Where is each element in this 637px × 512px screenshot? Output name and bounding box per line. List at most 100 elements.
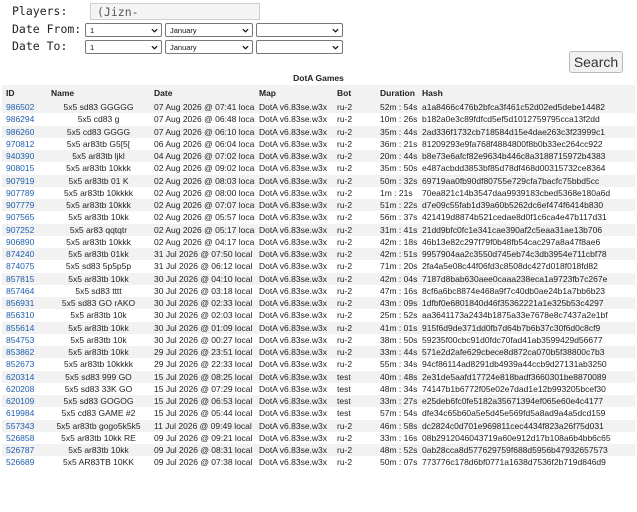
game-id-link[interactable]: 907919 (6, 176, 34, 186)
game-map: DotA v6.83se.w3x (255, 370, 333, 383)
game-id-link[interactable]: 619984 (6, 408, 34, 418)
game-map: DotA v6.83se.w3x (259, 285, 328, 296)
game-date: 07 Aug 2026 @ 07:41 local (150, 101, 255, 114)
game-id-cell: 857815 (2, 272, 47, 285)
game-id-link[interactable]: 620109 (6, 396, 34, 406)
game-date: 29 Jul 2026 @ 23:51 local (150, 346, 255, 359)
game-id-link[interactable]: 986260 (6, 127, 34, 137)
game-id-link[interactable]: 907565 (6, 212, 34, 222)
game-hash: b182a0e3c89fdfcd5ef5d1012759795cca13f2dd (422, 114, 600, 125)
game-bot: ru-2 (333, 419, 376, 432)
game-id-link[interactable]: 986294 (6, 114, 34, 124)
game-duration: 35m : 44s (376, 125, 418, 138)
to-day-select[interactable]: 1 (85, 40, 162, 54)
game-bot: ru-2 (337, 334, 353, 345)
game-id-link[interactable]: 940390 (6, 151, 34, 161)
game-id-link[interactable]: 857464 (6, 286, 34, 296)
game-map: DotA v6.83se.w3x (255, 150, 333, 163)
game-duration: 33m : 16s (380, 432, 418, 443)
game-id-link[interactable]: 907789 (6, 188, 34, 198)
game-id-link[interactable]: 874075 (6, 261, 34, 271)
from-day-select[interactable]: 1 (85, 23, 162, 37)
game-bot: ru-2 (337, 285, 353, 296)
game-date: 09 Jul 2026 @ 08:31 local (150, 444, 255, 457)
game-id-link[interactable]: 526689 (6, 457, 34, 467)
from-year-select[interactable] (256, 23, 343, 37)
game-id-link[interactable]: 557343 (6, 421, 34, 431)
game-id-link[interactable]: 907252 (6, 225, 34, 235)
game-hash: 21dd9bfc0fc1e341cae390af2c5eaa31ae13b706 (418, 223, 635, 236)
game-hash: 9957904aa2c3550d745eb74c3db3954e711cbf78 (418, 248, 635, 261)
game-id-link[interactable]: 852673 (6, 359, 34, 369)
game-name: 5x5 ar83tb 10kk (47, 321, 150, 334)
game-hash: 59235f00cbc91d0fdc70fad41ab3599429d56677 (422, 334, 603, 345)
game-name: 5x5 cd83 g (77, 114, 120, 125)
game-id-cell: 970812 (2, 138, 47, 150)
game-id-link[interactable]: 853862 (6, 347, 34, 357)
column-header-duration: Duration (376, 85, 418, 101)
game-id-link[interactable]: 856931 (6, 298, 34, 308)
game-date: 15 Jul 2026 @ 06:53 local (150, 395, 255, 408)
table-row: 907779 5x5 ar83tb 10kkk 02 Aug 2026 @ 07:0… (2, 199, 635, 212)
game-id-cell: 907565 (2, 211, 47, 223)
from-month-select[interactable]: January (165, 23, 253, 37)
game-map: DotA v6.83se.w3x (259, 138, 328, 149)
game-id-link[interactable]: 855614 (6, 323, 34, 333)
players-input[interactable]: (Jizn-VoRaM70),STASVSOLO (90, 3, 260, 20)
game-id-link[interactable]: 970812 (6, 139, 34, 149)
game-map: DotA v6.83se.w3x (255, 321, 333, 334)
game-id-link[interactable]: 526858 (6, 433, 34, 443)
to-month-select[interactable]: January (165, 40, 253, 54)
game-id-link[interactable]: 874240 (6, 249, 34, 259)
date-from-label: Date From: (12, 22, 82, 36)
game-id-link[interactable]: 908015 (6, 163, 34, 173)
table-row: 620208 5x5 sd83 33K GO 15 Jul 2026 @ 07:29… (2, 383, 635, 395)
game-id-cell: 940390 (2, 150, 47, 163)
game-duration: 25m : 52s (380, 310, 418, 321)
game-map: DotA v6.83se.w3x (259, 359, 328, 370)
table-row: 857815 5x5 ar83tb 10kk 30 Jul 2026 @ 04:10… (2, 272, 635, 285)
game-duration: 35m : 50s (380, 163, 418, 174)
game-name: 5x5 ar83tb gogo5k5k5 (47, 419, 150, 432)
game-id-link[interactable]: 620314 (6, 372, 34, 382)
game-name: 5x5 ar83tb 10kk RE (61, 432, 136, 443)
game-id-link[interactable]: 986502 (6, 102, 34, 112)
to-year-select[interactable] (256, 40, 343, 54)
game-id-cell: 855614 (2, 321, 47, 334)
chevron-down-icon (242, 45, 249, 50)
table-row: 526787 5x5 ar83tb 10kk 09 Jul 2026 @ 08:31… (2, 444, 635, 457)
game-id-link[interactable]: 907779 (6, 200, 34, 210)
game-bot: ru-2 (333, 223, 376, 236)
game-duration: 38m : 50s (380, 334, 418, 345)
game-bot: ru-2 (337, 212, 353, 223)
game-bot: ru-2 (333, 150, 376, 163)
game-id-link[interactable]: 854753 (6, 335, 34, 345)
game-date: 02 Aug 2026 @ 09:02 local (154, 163, 255, 174)
game-id-link[interactable]: 857815 (6, 274, 34, 284)
game-duration: 71m : 20s (380, 261, 418, 272)
game-id-link[interactable]: 526787 (6, 445, 34, 455)
game-date: 11 Jul 2026 @ 09:49 local (150, 419, 255, 432)
game-duration: 57m : 54s (380, 408, 418, 419)
game-date: 31 Jul 2026 @ 06:12 local (154, 261, 253, 272)
game-id-cell: 620109 (2, 395, 47, 408)
game-hash: 94cf86114ad8291db4939a44ccb9d27131ab3250 (422, 359, 607, 370)
search-button[interactable]: Search (569, 51, 623, 73)
game-hash: 1dfbf0e6801840d46f35362221a1e325b53c4297 (418, 297, 635, 310)
game-id-cell: 854753 (2, 334, 47, 346)
game-id-link[interactable]: 856310 (6, 310, 34, 320)
game-bot: test (333, 370, 376, 383)
game-id-link[interactable]: 620208 (6, 384, 34, 394)
game-id-link[interactable]: 906890 (6, 237, 34, 247)
column-header-map: Map (255, 85, 333, 101)
table-row: 970812 5x5 ar83tb G5[5[06 Aug 2026 @ 06:0… (2, 138, 635, 150)
game-name: 5x5 ar83tb 10kkk (47, 199, 150, 212)
game-id-cell: 526787 (2, 444, 47, 457)
game-duration: 20m : 44s (376, 150, 418, 163)
from-day-value: 1 (90, 26, 95, 35)
game-hash: d7e09c55fab1d39a60b5262dc6ef474f6414b830 (418, 199, 635, 212)
game-date: 09 Jul 2026 @ 09:21 local (154, 432, 253, 443)
game-name: 5x5 sd83 GGGGG (47, 101, 150, 114)
game-map: DotA v6.83se.w3x (255, 395, 333, 408)
game-hash: b8e73e6afcf82e9634b446c8a3188715972b4383 (418, 150, 635, 163)
